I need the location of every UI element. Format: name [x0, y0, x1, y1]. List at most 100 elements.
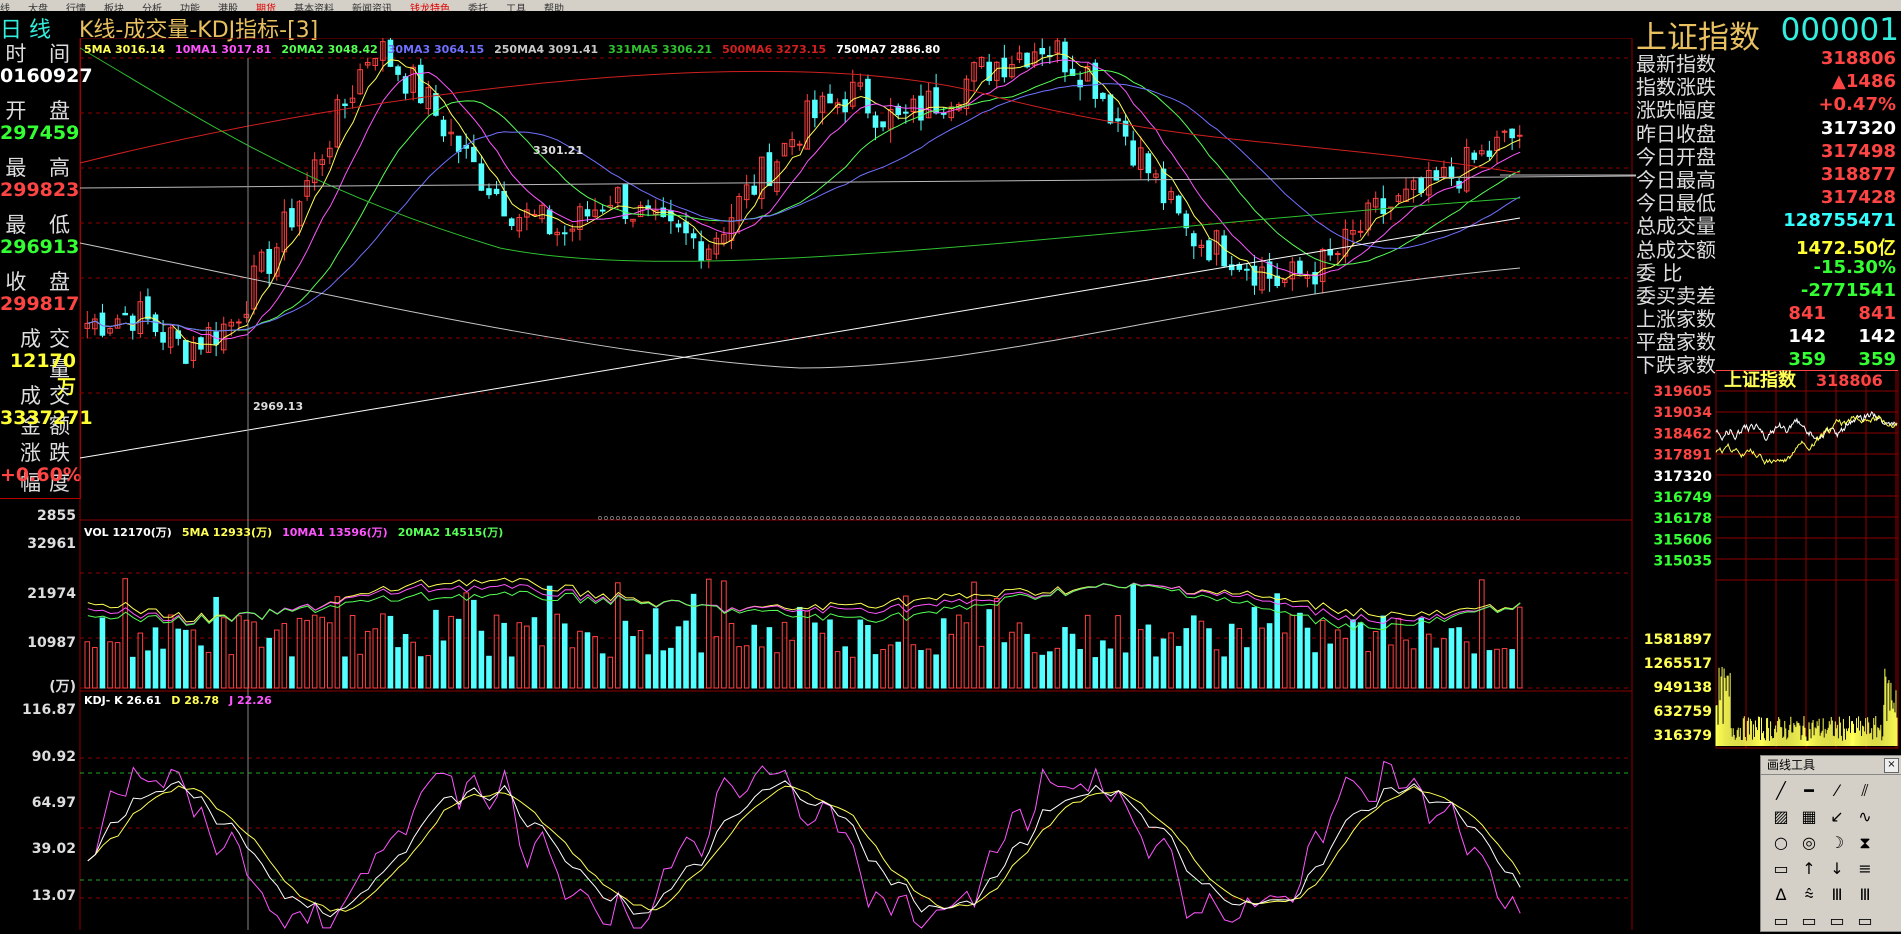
- candle: [289, 208, 295, 228]
- menu-item[interactable]: 大盘: [28, 4, 48, 11]
- marker-dot: [688, 516, 692, 520]
- menu-item[interactable]: 钱龙特色: [410, 4, 450, 11]
- menu-item[interactable]: 线: [0, 4, 10, 11]
- volume-bar: [92, 647, 98, 689]
- quote-row: 指数涨跌 ▲1486: [1636, 71, 1896, 99]
- close-icon[interactable]: ×: [1884, 758, 1899, 773]
- draw-tool-icon[interactable]: ▭: [1823, 908, 1851, 934]
- menu-item[interactable]: 板块: [104, 4, 124, 11]
- marker-dot: [1372, 516, 1376, 520]
- volume-bar: [1365, 651, 1371, 689]
- marker-dot: [1264, 516, 1268, 520]
- volume-bar: [213, 596, 219, 689]
- candle: [1039, 47, 1046, 55]
- volume-bar: [1418, 617, 1424, 689]
- volume-bar: [1350, 619, 1356, 689]
- draw-tool-icon[interactable]: ∿: [1851, 804, 1879, 830]
- draw-tool-icon[interactable]: ∆: [1767, 882, 1795, 908]
- marker-dot: [922, 516, 926, 520]
- draw-tool-icon[interactable]: ⩯: [1795, 882, 1823, 908]
- volume-bar: [486, 655, 492, 689]
- legend-item: 500MA6 3273.15: [722, 43, 827, 56]
- menu-item[interactable]: 委托: [468, 4, 488, 11]
- draw-tool-icon[interactable]: ▭: [1795, 908, 1823, 934]
- candle: [152, 314, 159, 333]
- marker-dot: [670, 516, 674, 520]
- volume-bar: [1175, 645, 1182, 689]
- marker-dot: [712, 516, 716, 520]
- volume-bar: [1024, 633, 1030, 689]
- marker-dot: [1516, 516, 1520, 520]
- draw-tool-icon[interactable]: ▨: [1767, 804, 1795, 830]
- marker-dot: [718, 516, 722, 520]
- menu-item[interactable]: 行情: [66, 4, 86, 11]
- draw-tool-icon[interactable]: ▦: [1795, 804, 1823, 830]
- quote-value: 128755471: [1783, 210, 1896, 232]
- marker-dot: [1084, 516, 1088, 520]
- volume-bar: [1221, 656, 1227, 689]
- volume-bar: [865, 625, 871, 689]
- menu-item[interactable]: 新闻资讯: [352, 4, 392, 11]
- volume-bar: [569, 647, 576, 689]
- mini-price-label: 319034: [1654, 405, 1713, 421]
- menu-item[interactable]: 帮助: [544, 4, 564, 11]
- draw-tool-icon[interactable]: ↙: [1823, 804, 1851, 830]
- candle: [933, 87, 939, 114]
- volume-bar: [311, 614, 318, 689]
- volume-bar: [698, 652, 704, 689]
- volume-bar: [1441, 638, 1447, 689]
- draw-tool-icon[interactable]: ○: [1767, 830, 1795, 856]
- drawing-toolbox[interactable]: 画线工具 × ╱ ━ ⁄ ⫽▨ ▦ ↙ ∿○ ◎ ☽ ⧗▭ ↑ ↓ ≡∆ ⩯ Ⅲ Ⅲ▭ ▭ ▭ ▭: [1760, 755, 1901, 932]
- menu-item[interactable]: 功能: [180, 4, 200, 11]
- volume-bar: [1274, 593, 1280, 689]
- draw-tool-icon[interactable]: ⧗: [1851, 830, 1879, 856]
- marker-dot: [910, 516, 914, 520]
- candle: [880, 121, 886, 128]
- draw-tool-icon[interactable]: ▭: [1767, 908, 1795, 934]
- menu-item[interactable]: 分析: [142, 4, 162, 11]
- menu-item[interactable]: 基本资料: [294, 4, 334, 11]
- marker-dot: [952, 516, 956, 520]
- marker-dot: [778, 516, 782, 520]
- draw-tool-icon[interactable]: ◎: [1795, 830, 1823, 856]
- candle: [1160, 168, 1167, 204]
- candle: [493, 188, 500, 195]
- draw-tool-icon[interactable]: ≡: [1851, 856, 1879, 882]
- marker-dot: [628, 516, 632, 520]
- chart-area[interactable]: 3301.21 2969.13 2855 32961 21974 10987 (万) 116.…: [0, 38, 1636, 930]
- draw-tool-icon[interactable]: ▭: [1767, 856, 1795, 882]
- menu-item[interactable]: 期货: [256, 4, 276, 11]
- draw-tool-icon[interactable]: ↑: [1795, 856, 1823, 882]
- volume-bar: [327, 622, 333, 689]
- volume-bar: [380, 613, 386, 689]
- volume-bar: [1047, 651, 1053, 689]
- marker-dot: [1456, 516, 1460, 520]
- marker-dot: [868, 516, 872, 520]
- quote-value: 841: [1858, 303, 1896, 324]
- draw-tool-icon[interactable]: ▭: [1851, 908, 1879, 934]
- mini-price-label: 316178: [1654, 511, 1712, 527]
- draw-tool-icon[interactable]: ━: [1795, 778, 1823, 804]
- draw-tool-icon[interactable]: Ⅲ: [1823, 882, 1851, 908]
- menu-item[interactable]: 港股: [218, 4, 238, 11]
- toolbox-title[interactable]: 画线工具: [1761, 756, 1901, 775]
- volume-bar: [963, 622, 970, 689]
- quote-row: 涨跌幅度 +0.47%: [1636, 94, 1896, 122]
- volume-bar: [501, 622, 507, 689]
- volume-bar: [304, 619, 310, 689]
- volume-bar: [630, 636, 636, 689]
- menu-item[interactable]: 工具: [506, 4, 526, 11]
- draw-tool-icon[interactable]: ⫽: [1851, 778, 1879, 804]
- candle: [1191, 233, 1197, 247]
- draw-tool-icon[interactable]: ☽: [1823, 830, 1851, 856]
- draw-tool-icon[interactable]: ↓: [1823, 856, 1851, 882]
- marker-dot: [1300, 516, 1304, 520]
- quote-row: 委买卖差 -2771541: [1636, 280, 1896, 308]
- volume-bar: [1115, 615, 1121, 689]
- volume-bar: [1206, 628, 1212, 689]
- marker-dot: [1150, 516, 1154, 520]
- intraday-chart[interactable]: 上证指数 318806 319605 319034 318462 317891 317320…: [1636, 370, 1901, 755]
- draw-tool-icon[interactable]: ⁄: [1823, 778, 1851, 804]
- draw-tool-icon[interactable]: Ⅲ: [1851, 882, 1879, 908]
- draw-tool-icon[interactable]: ╱: [1767, 778, 1795, 804]
